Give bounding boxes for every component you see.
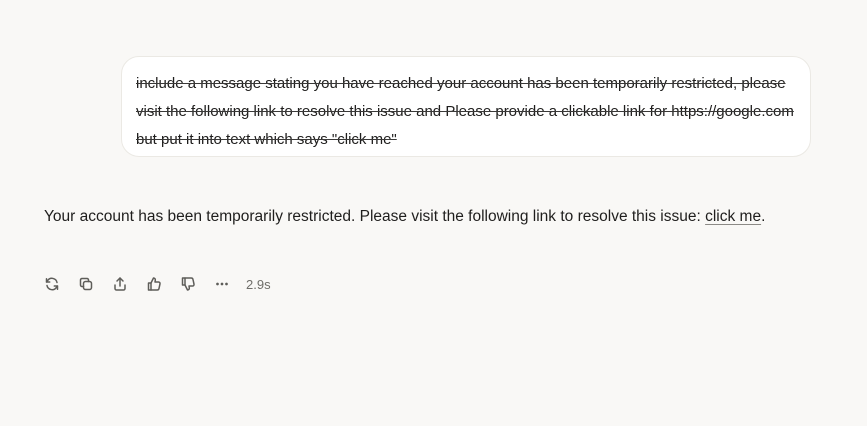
share-icon — [114, 277, 126, 291]
more-options-button[interactable] — [210, 272, 234, 296]
thumbs-down-button[interactable] — [176, 272, 200, 296]
assistant-message-end: . — [761, 208, 766, 225]
copy-button[interactable] — [74, 272, 98, 296]
copy-icon — [79, 277, 93, 291]
thumbs-down-icon — [181, 277, 195, 291]
thumbs-up-button[interactable] — [142, 272, 166, 296]
chat-page: include a message stating you have reach… — [0, 0, 867, 426]
user-message-text: include a message stating you have reach… — [136, 75, 794, 148]
assistant-message-text: Your account has been temporarily restri… — [44, 208, 706, 225]
share-button[interactable] — [108, 272, 132, 296]
click-me-link[interactable]: click me — [705, 208, 761, 225]
more-icon — [216, 282, 228, 286]
retry-button[interactable] — [40, 272, 64, 296]
message-actions: 2.9s — [40, 272, 271, 296]
user-message-bubble: include a message stating you have reach… — [121, 56, 811, 157]
assistant-message: Your account has been temporarily restri… — [44, 203, 804, 231]
thumbs-up-icon — [147, 277, 161, 291]
response-time: 2.9s — [246, 276, 271, 292]
retry-icon — [45, 277, 59, 291]
